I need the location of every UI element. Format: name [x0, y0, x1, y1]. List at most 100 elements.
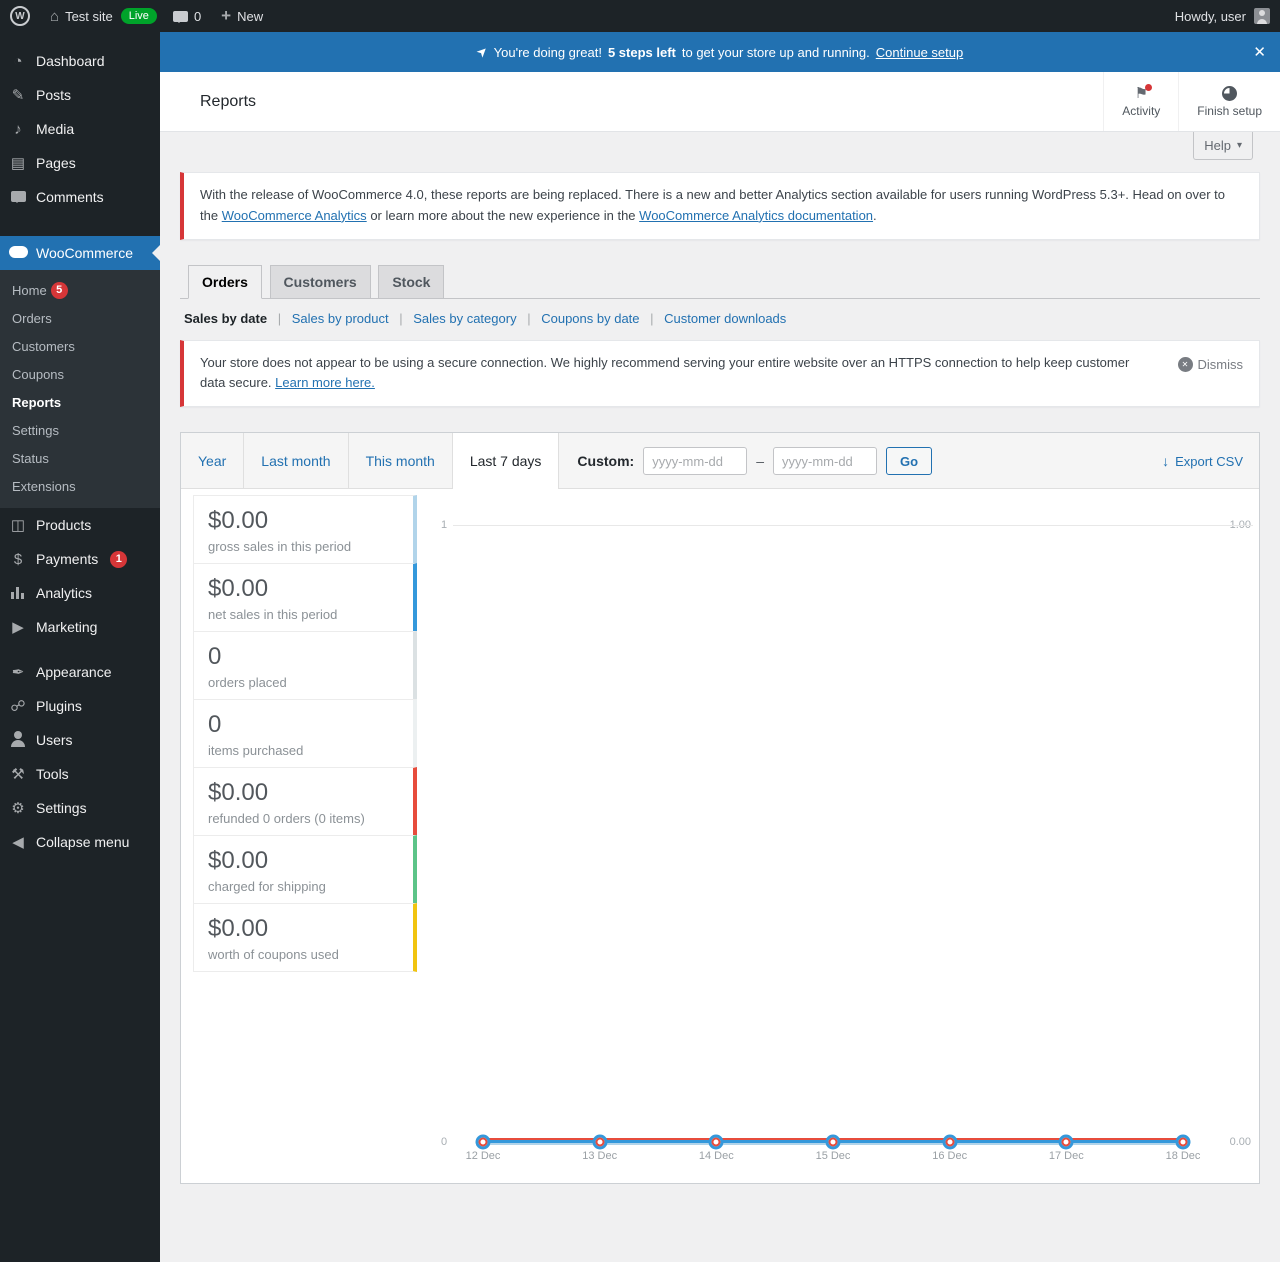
subnav-customer-downloads[interactable]: Customer downloads	[664, 311, 786, 326]
howdy-menu[interactable]: Howdy, user	[1165, 0, 1280, 32]
admin-bar-comments[interactable]: 0	[163, 0, 211, 32]
sidebar-item-plugins[interactable]: ☍ Plugins	[0, 689, 160, 723]
sidebar-item-payments[interactable]: $ Payments 1	[0, 542, 160, 576]
stat-value: $0.00	[208, 847, 269, 875]
go-button[interactable]: Go	[886, 447, 933, 476]
sidebar-item-label: Users	[36, 732, 73, 748]
page-title: Reports	[200, 92, 257, 110]
tab-orders[interactable]: Orders	[188, 264, 262, 299]
sidebar-item-label: Appearance	[36, 664, 112, 680]
x-axis-label: 15 Dec	[815, 1150, 851, 1163]
custom-range-label: Custom:	[577, 453, 635, 470]
stat-label: net sales in this period	[208, 606, 338, 622]
range-year[interactable]: Year	[181, 433, 245, 490]
close-banner-icon[interactable]: ✕	[1253, 43, 1266, 61]
continue-setup-link[interactable]: Continue setup	[876, 45, 963, 60]
sidebar-subitem-reports[interactable]: Reports	[0, 388, 160, 416]
report-body: $0.00 gross sales in this period $0.00 n…	[181, 489, 1259, 1183]
banner-lead: You're doing great!	[493, 44, 602, 60]
subitem-label: Settings	[12, 422, 59, 438]
stat-items-purchased[interactable]: 0 items purchased	[193, 699, 417, 769]
sidebar-item-appearance[interactable]: ✒ Appearance	[0, 655, 160, 689]
sidebar-item-label: Analytics	[36, 585, 93, 601]
comment-count: 0	[193, 8, 202, 24]
sidebar-item-collapse-menu[interactable]: ◀ Collapse menu	[0, 825, 160, 859]
sidebar-item-tools[interactable]: ⚒ Tools	[0, 757, 160, 791]
activity-button[interactable]: ⚑ Activity	[1103, 72, 1178, 131]
sidebar-item-dashboard[interactable]: ◔ Dashboard	[0, 44, 160, 78]
sidebar-subitem-customers[interactable]: Customers	[0, 332, 160, 360]
separator: |	[277, 310, 282, 326]
tools-icon: ⚒	[11, 765, 25, 783]
sidebar-item-posts[interactable]: ✎ Posts	[0, 78, 160, 112]
sidebar-item-comments[interactable]: Comments	[0, 180, 160, 214]
sidebar-subitem-extensions[interactable]: Extensions	[0, 472, 160, 500]
subitem-label: Customers	[12, 338, 75, 354]
plugins-icon: ☍	[10, 697, 26, 715]
range-this-month[interactable]: This month	[349, 433, 453, 490]
sidebar-item-products[interactable]: ◫ Products	[0, 508, 160, 542]
dismiss-button[interactable]: ✕ Dismiss	[1177, 353, 1243, 376]
woocommerce-submenu: Home 5 Orders Customers Coupons Reports …	[0, 270, 160, 500]
tab-customers[interactable]: Customers	[269, 264, 371, 299]
top-gridline	[453, 525, 1253, 527]
stat-refunded[interactable]: $0.00 refunded 0 orders (0 items)	[193, 767, 417, 837]
finish-setup-button[interactable]: Finish setup	[1178, 72, 1280, 131]
sidebar-item-users[interactable]: Users	[0, 723, 160, 757]
sidebar-subitem-orders[interactable]: Orders	[0, 304, 160, 332]
subitem-label: Status	[12, 450, 49, 466]
data-point	[1175, 1134, 1191, 1150]
subitem-label: Reports	[12, 394, 62, 410]
sidebar-subitem-home[interactable]: Home 5	[0, 276, 160, 304]
range-last-month[interactable]: Last month	[244, 433, 349, 490]
menu-separator	[0, 214, 160, 236]
stat-label: orders placed	[208, 674, 287, 690]
sidebar-item-media[interactable]: ♪ Media	[0, 112, 160, 146]
subnav-sales-by-date[interactable]: Sales by date	[184, 311, 267, 326]
banner-steps-left: 5 steps left	[607, 44, 676, 60]
stat-coupons[interactable]: $0.00 worth of coupons used	[193, 903, 417, 973]
sales-chart: 1 1.00 0 0.00 12 Dec 13 Dec 14 Dec 15 De…	[429, 496, 1255, 1168]
live-badge: Live	[120, 8, 157, 24]
subnav-sales-by-category[interactable]: Sales by category	[413, 311, 516, 326]
stat-orders-placed[interactable]: 0 orders placed	[193, 631, 417, 701]
range-last-7-days[interactable]: Last 7 days	[452, 433, 560, 490]
dismiss-icon: ✕	[1177, 357, 1193, 373]
date-range-bar: Year Last month This month Last 7 days C…	[181, 433, 1259, 490]
comments-bubble-icon	[172, 10, 188, 23]
help-dropdown[interactable]: Help ▾	[1193, 132, 1253, 160]
wordpress-logo-menu[interactable]: W	[0, 0, 40, 32]
analytics-documentation-link[interactable]: WooCommerce Analytics documentation	[639, 208, 873, 223]
tab-stock[interactable]: Stock	[378, 264, 445, 299]
learn-more-link[interactable]: Learn more here.	[275, 375, 375, 390]
subnav-sales-by-product[interactable]: Sales by product	[292, 311, 389, 326]
sidebar-item-woocommerce[interactable]: WooCommerce	[0, 236, 160, 270]
woocommerce-analytics-link[interactable]: WooCommerce Analytics	[222, 208, 367, 223]
stat-shipping[interactable]: $0.00 charged for shipping	[193, 835, 417, 905]
end-date-input[interactable]	[773, 447, 877, 476]
y-axis-min-left: 0	[441, 1136, 448, 1149]
sidebar-item-settings[interactable]: ⚙ Settings	[0, 791, 160, 825]
data-point	[592, 1134, 608, 1150]
sidebar-item-label: Plugins	[36, 698, 82, 714]
sidebar-mid-menu: ◫ Products $ Payments 1 Analytics ▶ Mark…	[0, 508, 160, 644]
stat-net-sales[interactable]: $0.00 net sales in this period	[193, 563, 417, 633]
sidebar-item-pages[interactable]: ▤ Pages	[0, 146, 160, 180]
separator: |	[527, 310, 531, 326]
export-csv-button[interactable]: ↓ Export CSV	[1146, 433, 1259, 489]
custom-range: Custom: – Go	[559, 433, 950, 489]
subitem-label: Extensions	[12, 478, 76, 494]
sidebar-item-label: Products	[36, 517, 92, 533]
sidebar-subitem-status[interactable]: Status	[0, 444, 160, 472]
sidebar-subitem-settings[interactable]: Settings	[0, 416, 160, 444]
sidebar-item-analytics[interactable]: Analytics	[0, 576, 160, 610]
start-date-input[interactable]	[643, 447, 748, 476]
site-name-menu[interactable]: ⌂ Test site	[40, 0, 123, 32]
admin-bar-new[interactable]: + New	[211, 0, 273, 32]
sidebar-subitem-coupons[interactable]: Coupons	[0, 360, 160, 388]
sidebar-item-marketing[interactable]: ▶ Marketing	[0, 610, 160, 644]
marketing-icon: ▶	[12, 618, 24, 636]
collapse-icon: ◀	[12, 833, 24, 851]
stat-gross-sales[interactable]: $0.00 gross sales in this period	[193, 495, 417, 565]
subnav-coupons-by-date[interactable]: Coupons by date	[541, 311, 639, 326]
